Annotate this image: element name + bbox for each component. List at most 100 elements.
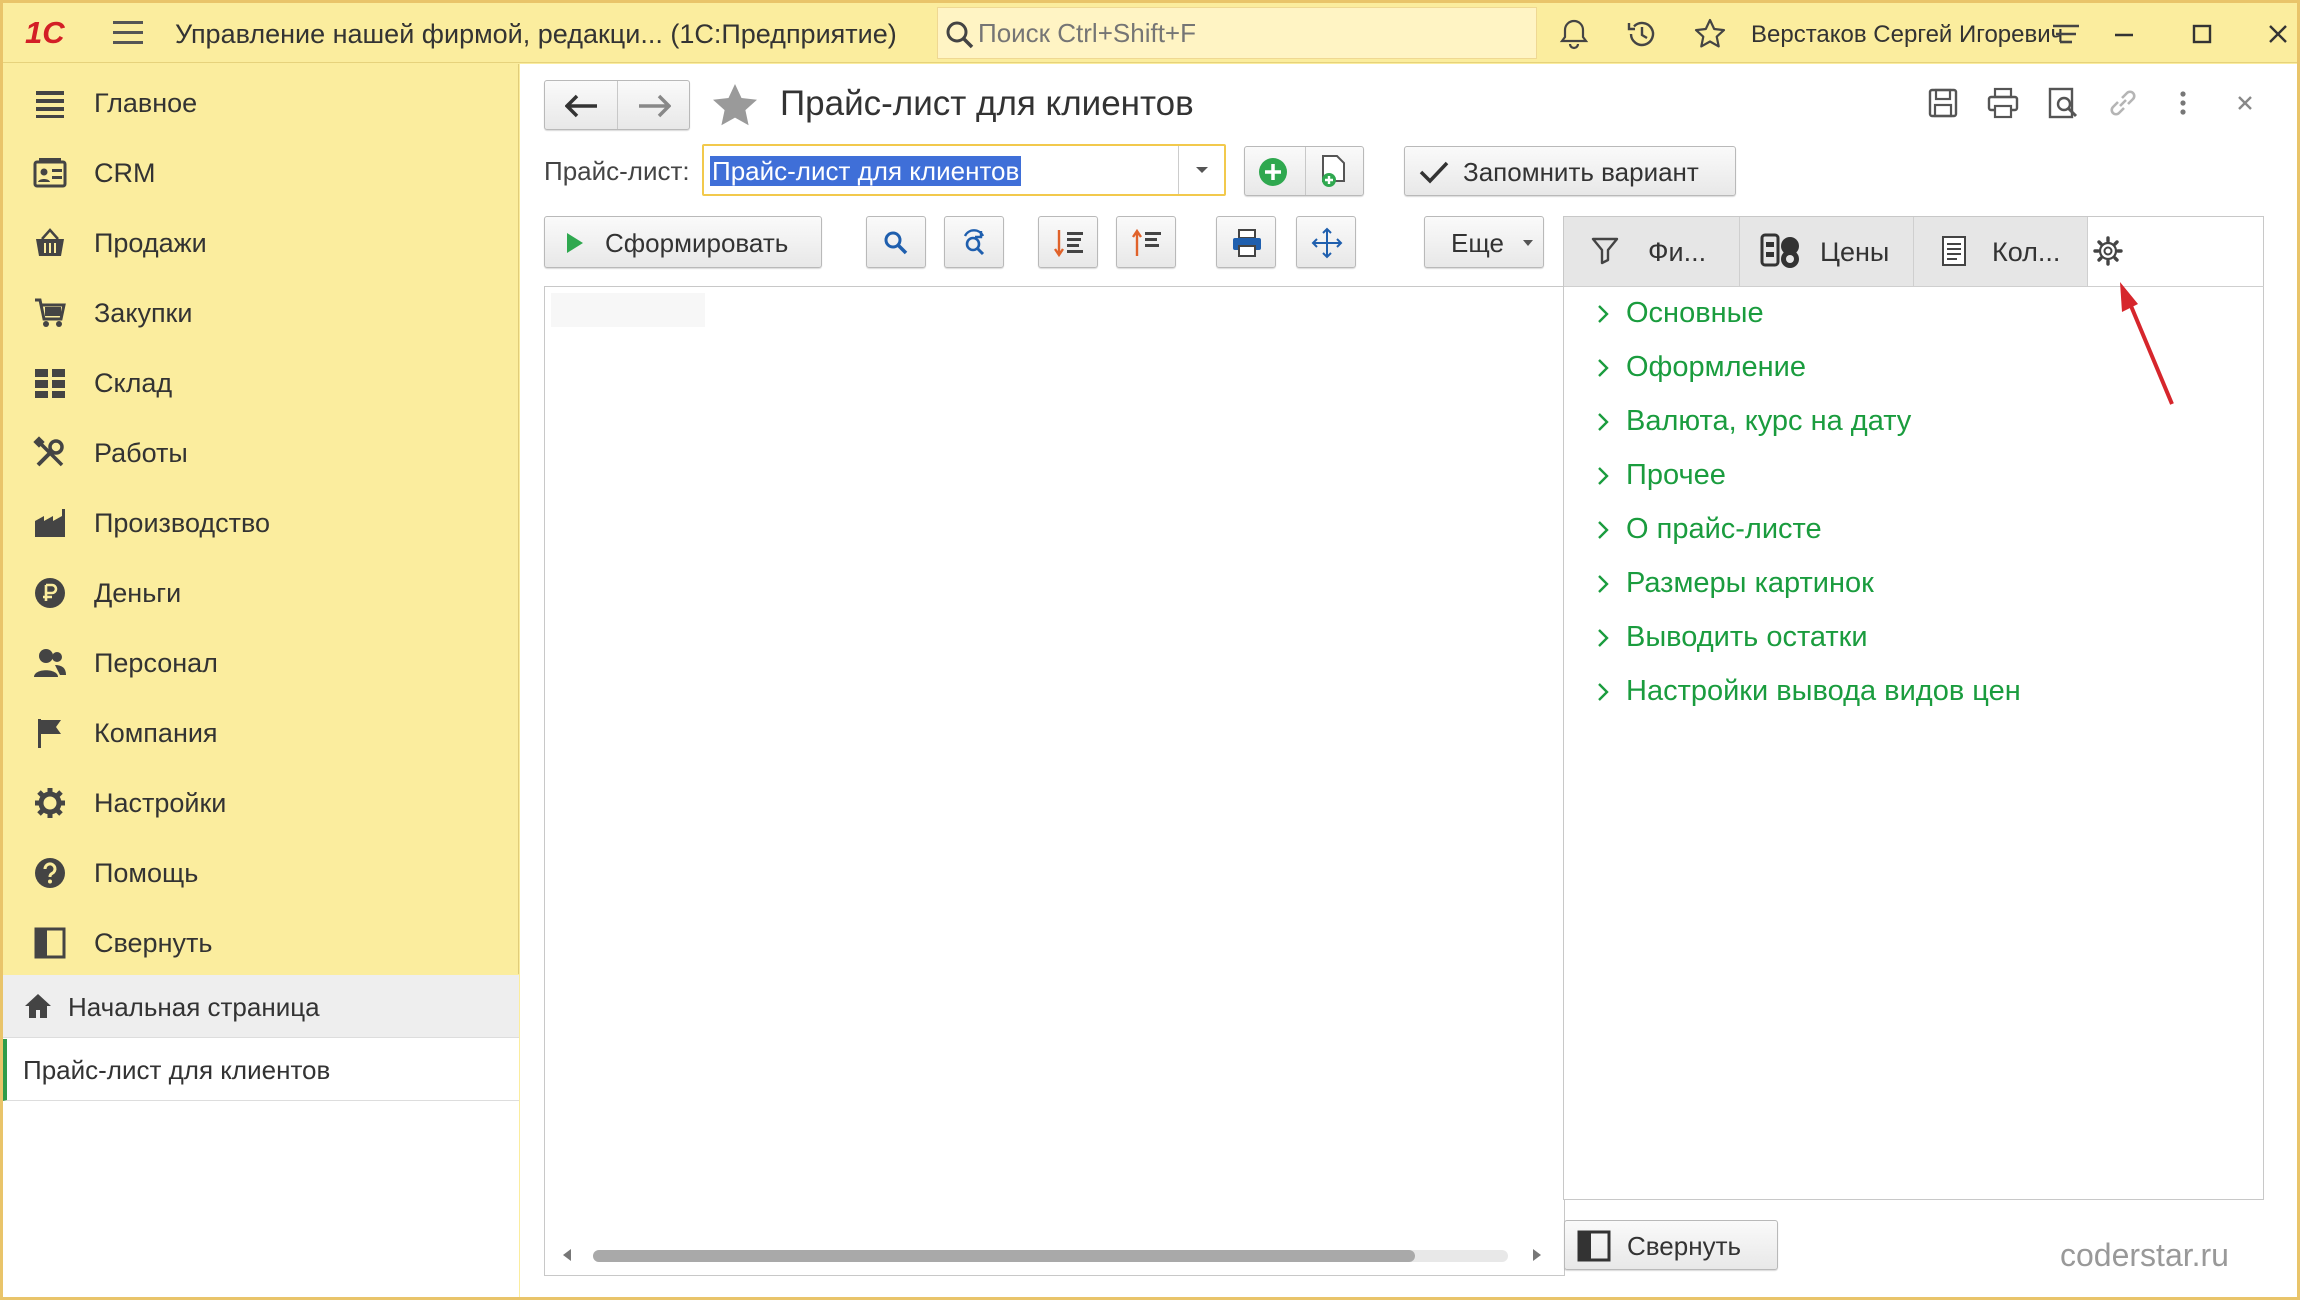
sidebar-item-works[interactable]: Работы bbox=[3, 418, 519, 488]
sidebar-item-label: Помощь bbox=[94, 858, 199, 888]
scroll-left-icon[interactable] bbox=[563, 1249, 571, 1261]
sections-panel: Главное CRM Продажи Закупки Склад Работы… bbox=[3, 64, 519, 974]
pricelist-select[interactable]: Прайс-лист для клиентов bbox=[702, 144, 1226, 196]
collapse-icon bbox=[34, 927, 66, 959]
find-button[interactable] bbox=[866, 216, 926, 268]
group-label: Настройки вывода видов цен bbox=[1626, 675, 2021, 707]
link-icon[interactable] bbox=[2106, 86, 2140, 120]
open-window-label: Прайс-лист для клиентов bbox=[23, 1055, 331, 1085]
pricelist-actions bbox=[1244, 146, 1364, 196]
title-bar: 1С Управление нашей фирмой, редакци... (… bbox=[3, 3, 2297, 63]
sidebar-item-label: Закупки bbox=[94, 298, 193, 328]
sidebar-item-sales[interactable]: Продажи bbox=[3, 208, 519, 278]
factory-icon bbox=[35, 509, 65, 537]
settings-menu-icon[interactable] bbox=[2049, 17, 2083, 51]
back-arrow-icon[interactable] bbox=[565, 93, 599, 119]
tab-filters[interactable]: Фи... bbox=[1564, 217, 1740, 287]
close-window-icon[interactable] bbox=[2261, 17, 2295, 51]
remember-variant-label: Запомнить вариант bbox=[1463, 157, 1699, 187]
scroll-thumb[interactable] bbox=[593, 1250, 1415, 1262]
collapse-settings-button[interactable]: Свернуть bbox=[1564, 1220, 1778, 1270]
nav-buttons bbox=[544, 80, 690, 130]
close-form-icon[interactable] bbox=[2228, 86, 2262, 120]
remember-variant-button[interactable]: Запомнить вариант bbox=[1404, 146, 1736, 196]
sidebar-item-crm[interactable]: CRM bbox=[3, 138, 519, 208]
maximize-icon[interactable] bbox=[2185, 17, 2219, 51]
minimize-icon[interactable] bbox=[2107, 17, 2141, 51]
chevron-right-icon bbox=[1598, 575, 1609, 593]
add-green-icon[interactable] bbox=[1257, 156, 1289, 188]
search-input[interactable] bbox=[978, 16, 1518, 50]
home-page-label: Начальная страница bbox=[68, 992, 320, 1022]
more-button[interactable]: Еще bbox=[1424, 216, 1544, 268]
horizontal-scrollbar[interactable] bbox=[563, 1247, 1543, 1263]
pricelist-value[interactable]: Прайс-лист для клиентов bbox=[710, 156, 1022, 186]
sidebar-item-help[interactable]: Помощь bbox=[3, 838, 519, 908]
move-arrows-icon bbox=[1311, 227, 1343, 259]
generate-button[interactable]: Сформировать bbox=[544, 216, 822, 268]
sidebar-item-label: Деньги bbox=[94, 578, 182, 608]
warehouse-grid-icon bbox=[35, 369, 65, 398]
sidebar-item-label: Свернуть bbox=[94, 928, 213, 958]
search-icon bbox=[946, 21, 974, 49]
main-menu-icon[interactable] bbox=[113, 21, 143, 45]
sidebar-item-label: Производство bbox=[94, 508, 271, 538]
sidebar-item-production[interactable]: Производство bbox=[3, 488, 519, 558]
sidebar-item-money[interactable]: Деньги bbox=[3, 558, 519, 628]
favorite-star-icon[interactable] bbox=[710, 82, 760, 130]
watermark: coderstar.ru bbox=[2060, 1237, 2229, 1273]
coins-icon bbox=[1760, 233, 1799, 268]
sidebar-item-label: Работы bbox=[94, 438, 188, 468]
sidebar-item-warehouse[interactable]: Склад bbox=[3, 348, 519, 418]
sidebar-item-company[interactable]: Компания bbox=[3, 698, 519, 768]
search-next-icon bbox=[963, 229, 985, 256]
tab-columns[interactable]: Кол... bbox=[1914, 217, 2088, 287]
cart-icon bbox=[35, 298, 66, 327]
sidebar-item-main[interactable]: Главное bbox=[3, 68, 519, 138]
page-title: Прайс-лист для клиентов bbox=[780, 84, 1194, 123]
scroll-right-icon[interactable] bbox=[1533, 1249, 1541, 1261]
sidebar-item-purchases[interactable]: Закупки bbox=[3, 278, 519, 348]
expand-report-button[interactable] bbox=[1296, 216, 1356, 268]
sidebar-item-label: Склад bbox=[94, 368, 173, 398]
user-name[interactable]: Верстаков Сергей Игоревич bbox=[1751, 21, 2063, 49]
chevron-down-icon bbox=[1523, 240, 1533, 246]
tab-label: Кол... bbox=[1992, 237, 2061, 267]
home-page-link[interactable]: Начальная страница bbox=[3, 975, 519, 1038]
sidebar-item-settings[interactable]: Настройки bbox=[3, 768, 519, 838]
favorites-star-icon[interactable] bbox=[1693, 17, 1727, 51]
preview-icon[interactable] bbox=[2046, 86, 2080, 120]
copy-document-icon[interactable] bbox=[1317, 153, 1351, 189]
report-cell[interactable] bbox=[551, 293, 705, 327]
chevron-right-icon bbox=[1598, 683, 1609, 701]
print-report-button[interactable] bbox=[1216, 216, 1276, 268]
chevron-right-icon bbox=[1598, 629, 1609, 647]
bell-icon[interactable] bbox=[1557, 17, 1591, 51]
chevron-down-icon[interactable] bbox=[1178, 146, 1224, 194]
report-spreadsheet[interactable] bbox=[544, 286, 1565, 1276]
tab-prices[interactable]: Цены bbox=[1740, 217, 1914, 287]
print-icon[interactable] bbox=[1986, 86, 2020, 120]
chevron-right-icon bbox=[1598, 359, 1609, 377]
save-icon[interactable] bbox=[1926, 86, 1960, 120]
app-logo: 1С bbox=[25, 15, 65, 50]
chevron-right-icon bbox=[1598, 521, 1609, 539]
history-icon[interactable] bbox=[1625, 17, 1659, 51]
gear-icon[interactable] bbox=[2090, 233, 2126, 269]
sort-ascending-button[interactable] bbox=[1116, 216, 1176, 268]
sidebar-item-collapse[interactable]: Свернуть bbox=[3, 908, 519, 978]
more-vertical-icon[interactable] bbox=[2166, 86, 2200, 120]
sort-descending-button[interactable] bbox=[1038, 216, 1098, 268]
open-window-pricelist[interactable]: Прайс-лист для клиентов bbox=[3, 1039, 519, 1101]
global-search[interactable] bbox=[937, 7, 1537, 59]
filter-icon bbox=[1591, 237, 1619, 265]
checkmark-icon bbox=[1419, 161, 1449, 184]
group-label: О прайс-листе bbox=[1626, 513, 1822, 545]
forward-arrow-icon[interactable] bbox=[637, 93, 671, 119]
sidebar-item-label: Продажи bbox=[94, 228, 207, 258]
group-label: Размеры картинок bbox=[1626, 567, 1874, 599]
flag-icon bbox=[38, 719, 61, 748]
ruble-icon bbox=[35, 578, 65, 608]
sidebar-item-personnel[interactable]: Персонал bbox=[3, 628, 519, 698]
find-next-button[interactable] bbox=[944, 216, 1004, 268]
